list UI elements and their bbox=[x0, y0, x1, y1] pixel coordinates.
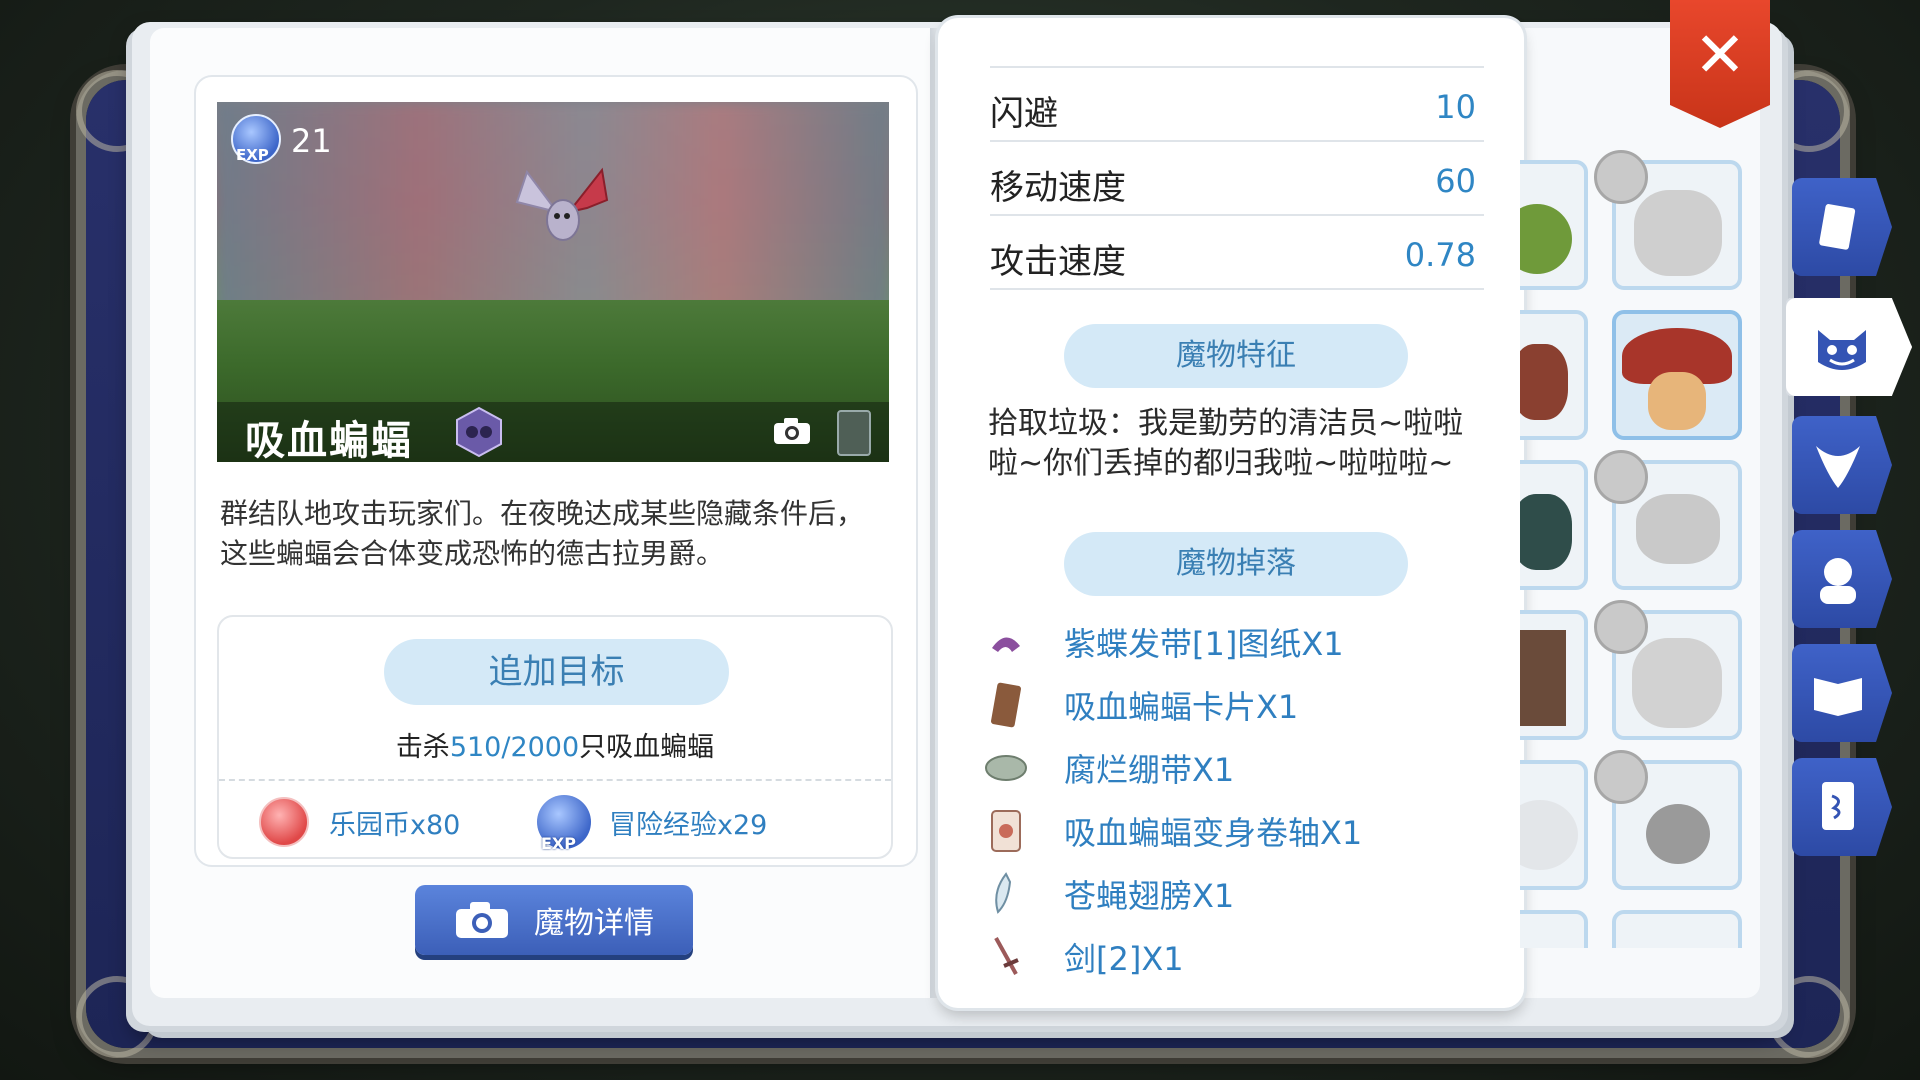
locked-skull-icon bbox=[1594, 750, 1648, 804]
tab-pet[interactable] bbox=[1792, 416, 1892, 514]
card-icon bbox=[1822, 782, 1854, 830]
camera-icon[interactable] bbox=[772, 416, 812, 446]
target-box: 追加目标 击杀510/2000只吸血蝙蝠 乐园币x80 EXP 冒险经验x29 bbox=[217, 615, 893, 859]
stat-row-attack-speed: 攻击速度 0.78 bbox=[990, 216, 1484, 290]
exp-badge-label: EXP bbox=[236, 146, 269, 164]
open-book-icon bbox=[1814, 678, 1862, 716]
reward-label: 乐园币x80 bbox=[329, 809, 461, 841]
book-icon bbox=[1819, 204, 1856, 250]
stat-value: 10 bbox=[1435, 88, 1476, 126]
monster-name: 吸血蝙蝠 bbox=[245, 418, 413, 462]
drop-item-name: 吸血蝙蝠卡片X1 bbox=[1064, 688, 1299, 726]
kill-progress: 击杀510/2000只吸血蝙蝠 bbox=[219, 725, 891, 764]
monster-detail-button[interactable]: 魔物详情 bbox=[415, 885, 693, 955]
bat-monster-image bbox=[515, 167, 609, 241]
features-text: 拾取垃圾：我是勤劳的清洁员~啦啦啦~你们丢掉的都归我啦~啦啦啦~ bbox=[988, 406, 1464, 481]
drop-item-name: 紫蝶发带[1]图纸X1 bbox=[1064, 625, 1344, 663]
tab-cards[interactable] bbox=[1792, 758, 1892, 856]
add-target-button[interactable]: 追加目标 bbox=[384, 639, 729, 705]
monster-detail-label: 魔物详情 bbox=[534, 906, 654, 941]
drop-item[interactable]: 吸血蝙蝠变身卷轴X1 bbox=[982, 801, 1362, 861]
drop-item[interactable]: 苍蝇翅膀X1 bbox=[982, 864, 1234, 924]
person-icon bbox=[1820, 558, 1856, 604]
monster-cell-ant[interactable] bbox=[1520, 310, 1588, 440]
horn-icon bbox=[1816, 446, 1860, 488]
stat-row-move-speed: 移动速度 60 bbox=[990, 142, 1484, 216]
drop-item[interactable]: 剑[2]X1 bbox=[982, 927, 1184, 987]
kill-suffix: 只吸血蝙蝠 bbox=[579, 732, 715, 763]
monster-cell-mushroom[interactable] bbox=[1612, 310, 1742, 440]
wing-icon bbox=[982, 870, 1030, 918]
exp-value: 21 bbox=[291, 122, 332, 160]
drop-item-name: 吸血蝙蝠变身卷轴X1 bbox=[1064, 814, 1363, 852]
stats-panel[interactable]: 闪避 10 移动速度 60 攻击速度 0.78 魔物特征 拾取垃圾：我是勤劳的清… bbox=[938, 18, 1524, 1008]
drop-item[interactable]: 紫蝶发带[1]图纸X1 bbox=[982, 612, 1344, 672]
close-icon: ✕ bbox=[1694, 18, 1746, 91]
drop-item-name: 腐烂绷带X1 bbox=[1064, 751, 1235, 789]
monster-description: 群结队地攻击玩家们。在夜晚达成某些隐藏条件后，这些蝙蝠会合体变成恐怖的德古拉男爵… bbox=[220, 497, 865, 570]
drop-item[interactable]: 吸血蝙蝠卡片X1 bbox=[982, 675, 1298, 735]
monster-cell-white-slime[interactable] bbox=[1520, 760, 1588, 890]
demon-race-icon[interactable] bbox=[455, 406, 503, 458]
card-icon bbox=[982, 681, 1030, 729]
monster-cell-partial[interactable] bbox=[1612, 910, 1742, 948]
bandage-icon bbox=[982, 744, 1030, 792]
divider bbox=[219, 779, 891, 781]
reward-exp: EXP 冒险经验x29 bbox=[537, 792, 768, 853]
tab-npc[interactable] bbox=[1792, 530, 1892, 628]
monster-cell-green-slime[interactable] bbox=[1520, 160, 1588, 290]
hairband-icon bbox=[982, 618, 1030, 666]
locked-skull-icon bbox=[1594, 600, 1648, 654]
locked-skull-icon bbox=[1594, 150, 1648, 204]
sword-icon bbox=[982, 933, 1030, 981]
monster-cell-beetle[interactable] bbox=[1520, 460, 1588, 590]
kill-prefix: 击杀 bbox=[395, 732, 450, 763]
stat-value: 60 bbox=[1435, 162, 1476, 200]
exp-icon-label: EXP bbox=[541, 834, 576, 853]
drop-item-name: 剑[2]X1 bbox=[1064, 940, 1184, 978]
close-button[interactable]: ✕ bbox=[1670, 0, 1770, 128]
stat-label: 闪避 bbox=[990, 94, 1058, 134]
stat-label: 攻击速度 bbox=[990, 242, 1126, 282]
locked-skull-icon bbox=[1594, 450, 1648, 504]
reward-coin: 乐园币x80 bbox=[259, 792, 460, 852]
kill-count: 510/2000 bbox=[449, 732, 580, 763]
features-title: 魔物特征 bbox=[1064, 324, 1408, 388]
monster-preview[interactable]: EXP 21 吸血蝙蝠 bbox=[217, 102, 889, 462]
drops-title: 魔物掉落 bbox=[1064, 532, 1408, 596]
drop-item-name: 苍蝇翅膀X1 bbox=[1064, 877, 1235, 915]
stat-value: 0.78 bbox=[1404, 236, 1476, 274]
exp-badge-icon: EXP bbox=[231, 114, 281, 164]
coin-icon bbox=[259, 797, 309, 847]
stat-row-partial bbox=[990, 18, 1484, 68]
monster-cell-tree[interactable] bbox=[1520, 610, 1588, 740]
reward-label: 冒险经验x29 bbox=[609, 809, 768, 841]
monster-name-bar: 吸血蝙蝠 bbox=[217, 402, 889, 462]
monster-grid[interactable] bbox=[1520, 150, 1750, 948]
drop-item[interactable]: 腐烂绷带X1 bbox=[982, 738, 1234, 798]
camera-icon bbox=[456, 902, 508, 938]
exp-icon: EXP bbox=[537, 795, 591, 853]
stat-row-dodge: 闪避 10 bbox=[990, 68, 1484, 142]
scroll-icon bbox=[982, 807, 1030, 855]
monster-face-icon bbox=[1818, 330, 1866, 370]
stat-label: 移动速度 bbox=[990, 168, 1126, 208]
monster-cell-partial[interactable] bbox=[1520, 910, 1588, 948]
card-icon[interactable] bbox=[837, 410, 871, 456]
tab-book[interactable] bbox=[1792, 178, 1892, 276]
tab-journal[interactable] bbox=[1792, 644, 1892, 742]
tab-monster[interactable] bbox=[1786, 298, 1912, 396]
